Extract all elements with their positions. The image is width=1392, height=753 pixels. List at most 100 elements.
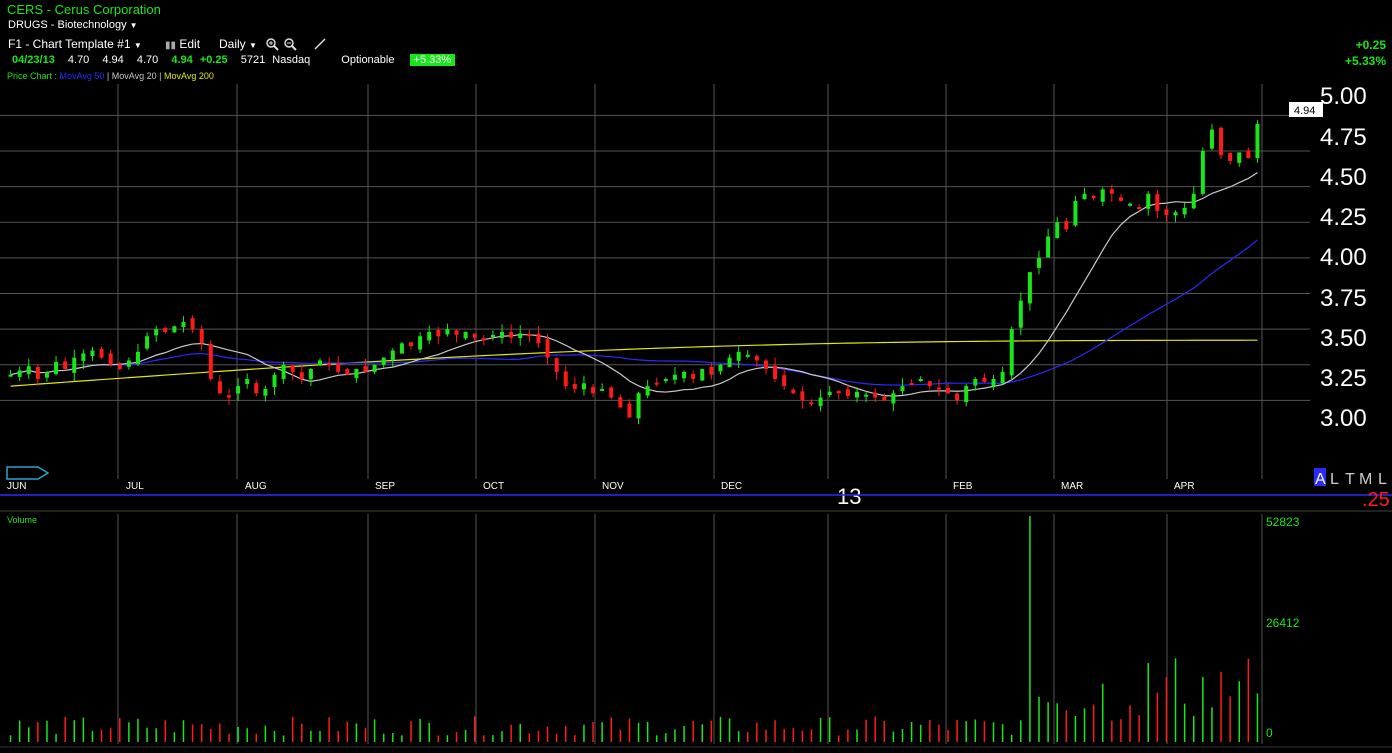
candle	[1073, 195, 1078, 227]
volume-bar	[646, 722, 649, 742]
zoom-in-icon[interactable]	[265, 37, 279, 51]
volume-bar	[483, 735, 485, 742]
candle	[745, 350, 750, 359]
volume-bar	[947, 729, 949, 742]
volume-bar	[1047, 702, 1049, 742]
volume-bar	[1156, 692, 1159, 742]
volume-bar	[1138, 715, 1140, 742]
candle	[700, 368, 705, 381]
volume-bar	[37, 722, 39, 742]
candle	[509, 324, 514, 344]
candle	[991, 374, 996, 391]
candle	[1191, 186, 1196, 210]
ma20-line	[10, 172, 1258, 397]
candle	[1200, 147, 1205, 196]
price-label: 3.00	[1320, 405, 1367, 432]
industry-text: DRUGS - Biotechnology	[8, 19, 127, 31]
volume-bar	[191, 724, 194, 742]
price-chart[interactable]: 5.00 4.75 4.50 4.25 4.00 3.75 3.50 3.25 …	[0, 84, 1392, 753]
volume-bar	[155, 728, 157, 742]
legend-ma50[interactable]: MovAvg 50	[60, 71, 105, 81]
quote-low: 4.70	[136, 54, 159, 66]
volume-bar	[410, 721, 412, 742]
volume-bar	[1083, 708, 1086, 742]
candle	[299, 364, 304, 385]
volume-bar	[1120, 719, 1122, 742]
candle	[108, 349, 113, 367]
volume-bar	[1229, 696, 1231, 742]
period-dropdown[interactable]: Daily ▼	[219, 37, 257, 51]
candle	[72, 349, 77, 382]
volume-bar	[792, 728, 795, 742]
candle	[591, 383, 596, 398]
scroll-handle[interactable]	[6, 466, 50, 480]
candle	[226, 388, 231, 405]
candle	[973, 377, 978, 391]
candle	[1146, 191, 1151, 216]
volume-bar	[1001, 724, 1004, 742]
candle	[26, 358, 31, 380]
candle	[1100, 187, 1105, 207]
volume-bar	[255, 733, 258, 742]
candle	[891, 390, 896, 412]
volume-bar	[1038, 696, 1040, 742]
chart-template-dropdown[interactable]: F1 - Chart Template #1 ▼	[8, 37, 142, 51]
price-label: 5.00	[1320, 84, 1367, 110]
range-button-l2[interactable]: L	[1378, 471, 1387, 488]
candle	[1109, 184, 1114, 202]
volume-bar	[910, 722, 913, 742]
month-label: MAR	[1061, 481, 1083, 492]
price-label: 4.50	[1320, 164, 1367, 191]
edit-label: Edit	[179, 37, 201, 51]
volume-bar	[501, 731, 503, 742]
candle	[763, 358, 768, 375]
period-label: Daily	[219, 37, 246, 51]
volume-bar	[1129, 705, 1131, 742]
month-label: OCT	[483, 481, 504, 492]
edit-button[interactable]: ▮▮ Edit	[165, 37, 200, 51]
volume-bar	[1065, 710, 1068, 742]
ma200-line	[10, 339, 1258, 387]
volume-bar	[610, 717, 612, 742]
candle	[327, 357, 332, 371]
candle	[936, 379, 941, 396]
candle	[800, 386, 805, 409]
range-button-m[interactable]: M	[1359, 471, 1372, 488]
volume-bar	[728, 718, 731, 742]
volume-bar	[219, 723, 221, 742]
candle	[672, 367, 677, 385]
candle	[1219, 126, 1224, 160]
candle	[181, 316, 186, 333]
zoom-out-icon[interactable]	[283, 37, 297, 51]
candle	[1173, 210, 1178, 223]
volume-bar	[774, 720, 776, 742]
range-button-l[interactable]: L	[1330, 471, 1339, 488]
industry-label[interactable]: DRUGS - Biotechnology ▼	[8, 19, 138, 31]
candle	[490, 330, 495, 341]
volume-bar	[173, 732, 176, 742]
volume-bar	[109, 728, 112, 742]
volume-bar	[473, 716, 476, 742]
volume-bar	[1165, 677, 1168, 742]
volume-bar	[701, 724, 704, 742]
volume-bar	[1092, 704, 1095, 742]
volume-bar	[546, 726, 549, 742]
month-label: JUN	[7, 481, 26, 492]
candle	[663, 377, 668, 384]
volume-bar	[401, 735, 403, 742]
candle	[773, 357, 778, 383]
legend-ma200[interactable]: MovAvg 200	[164, 71, 214, 81]
candle	[609, 386, 614, 400]
candle	[1182, 202, 1187, 219]
symbol-title[interactable]: CERS - Cerus Corporation	[7, 2, 161, 17]
volume-bar	[91, 731, 94, 742]
draw-line-icon[interactable]	[313, 37, 327, 51]
range-buttons: A L T M L	[1314, 468, 1387, 488]
range-button-a[interactable]: A	[1315, 471, 1326, 488]
volume-bar	[100, 729, 103, 742]
candle	[654, 377, 659, 387]
range-button-t[interactable]: T	[1345, 471, 1355, 488]
legend-ma20[interactable]: MovAvg 20	[112, 71, 157, 81]
quote-bar: 04/23/13 4.70 4.94 4.70 4.94 +0.25 5721 …	[12, 54, 456, 66]
candle	[199, 325, 204, 351]
